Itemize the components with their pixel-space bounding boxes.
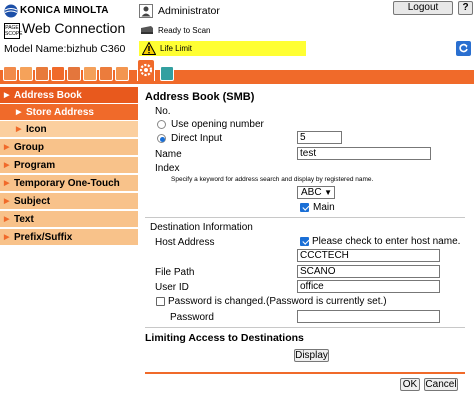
main-checkbox[interactable] [300, 203, 309, 212]
triangle-right-icon: ▶ [16, 126, 22, 133]
name-label: Name [155, 149, 182, 160]
direct-input-radio[interactable] [157, 134, 166, 143]
sidebar-item-label: Store Address [26, 107, 94, 118]
name-input[interactable]: test [297, 147, 431, 160]
print-settings-icon[interactable] [99, 66, 113, 81]
page-title: Address Book (SMB) [145, 91, 255, 103]
triangle-right-icon: ▶ [4, 162, 10, 169]
triangle-right-icon: ▶ [4, 198, 10, 205]
sidebar-item-label: Icon [26, 124, 47, 135]
index-help-text: Specify a keyword for address search and… [171, 176, 374, 183]
sidebar-item-label: Group [14, 142, 44, 153]
app-name: Web Connection [22, 20, 126, 36]
display-button[interactable]: Display [294, 349, 329, 362]
sidebar-item-label: Prefix/Suffix [14, 232, 73, 243]
box-icon[interactable] [83, 66, 97, 81]
sidebar-item-icon[interactable]: ▶ Icon [0, 121, 138, 138]
sidebar-item-prefix-suffix[interactable]: ▶ Prefix/Suffix [0, 229, 138, 246]
file-path-label: File Path [155, 267, 195, 278]
sidebar-item-label: Text [14, 214, 34, 225]
index-select-value: ABC [301, 187, 322, 198]
host-address-input[interactable]: CCCTECH [297, 249, 440, 262]
user-auth-icon[interactable] [51, 66, 65, 81]
triangle-right-icon: ▶ [4, 216, 10, 223]
sidebar-item-address-book[interactable]: ▶ Address Book [0, 87, 138, 104]
password-label: Password [170, 312, 214, 323]
use-opening-number-label: Use opening number [171, 119, 264, 130]
scan-settings-icon[interactable] [160, 66, 174, 81]
fax-settings-icon[interactable] [115, 66, 129, 81]
sidebar-item-label: Program [14, 160, 56, 171]
divider-orange [145, 372, 465, 374]
maintenance-icon[interactable] [3, 66, 17, 81]
system-settings-icon[interactable] [19, 66, 33, 81]
refresh-icon[interactable] [456, 41, 471, 56]
gear-icon [139, 63, 153, 77]
host-address-label: Host Address [155, 237, 215, 248]
konica-minolta-logo-icon [4, 4, 18, 18]
warning-icon [142, 42, 156, 55]
triangle-right-icon: ▶ [4, 144, 10, 151]
scanner-icon [141, 26, 153, 34]
sidebar-item-subject[interactable]: ▶ Subject [0, 193, 138, 210]
host-name-check-label: Please check to enter host name. [312, 236, 461, 247]
user-id-label: User ID [155, 282, 189, 293]
triangle-right-icon: ▶ [4, 92, 10, 99]
triangle-right-icon: ▶ [4, 234, 10, 241]
sidebar-item-group[interactable]: ▶ Group [0, 139, 138, 156]
use-opening-number-radio[interactable] [157, 120, 166, 129]
direct-input-label: Direct Input [171, 133, 223, 144]
sidebar-item-program[interactable]: ▶ Program [0, 157, 138, 174]
model-name: Model Name:bizhub C360 [4, 43, 126, 55]
user-name: Administrator [158, 5, 220, 17]
file-path-input[interactable]: SCANO [297, 265, 440, 278]
sidebar-item-text[interactable]: ▶ Text [0, 211, 138, 228]
sidebar-item-label: Address Book [14, 90, 82, 101]
sidebar-item-store-address[interactable]: ▶ Store Address [0, 104, 138, 121]
user-id-input[interactable]: office [297, 280, 440, 293]
main-label: Main [313, 202, 335, 213]
sidebar-item-label: Temporary One-Touch [14, 178, 120, 189]
sidebar-item-label: Subject [14, 196, 51, 207]
divider [145, 217, 465, 218]
logout-button[interactable]: Logout [393, 1, 453, 15]
password-set-status: (Password is currently set.) [266, 296, 387, 307]
chevron-down-icon: ▼ [324, 188, 332, 197]
password-input[interactable] [297, 310, 440, 323]
company-name: KONICA MINOLTA [20, 5, 109, 16]
status-text: Ready to Scan [158, 26, 211, 35]
destination-info-label: Destination Information [150, 222, 253, 233]
cancel-button[interactable]: Cancel [424, 378, 458, 391]
number-input[interactable]: 5 [297, 131, 342, 144]
password-changed-label: Password is changed. [168, 296, 266, 307]
index-label: Index [155, 163, 180, 174]
limiting-access-heading: Limiting Access to Destinations [145, 332, 304, 344]
host-name-checkbox[interactable] [300, 237, 309, 246]
administrator-icon [139, 4, 153, 18]
store-address-icon[interactable] [137, 59, 155, 81]
help-button[interactable]: ? [458, 1, 473, 15]
no-label: No. [155, 106, 171, 117]
warning-text: Life Limit [160, 44, 193, 53]
sidebar-item-temporary-one-touch[interactable]: ▶ Temporary One-Touch [0, 175, 138, 192]
ok-button[interactable]: OK [400, 378, 420, 391]
index-select[interactable]: ABC ▼ [297, 186, 335, 199]
triangle-right-icon: ▶ [4, 180, 10, 187]
pagescope-bottom: SCOPE [5, 31, 23, 37]
divider [145, 327, 465, 328]
pagescope-logo: PAGE SCOPE [4, 23, 23, 39]
network-icon[interactable] [67, 66, 81, 81]
triangle-right-icon: ▶ [16, 109, 22, 116]
password-changed-checkbox[interactable] [156, 297, 165, 306]
security-icon[interactable] [35, 66, 49, 81]
